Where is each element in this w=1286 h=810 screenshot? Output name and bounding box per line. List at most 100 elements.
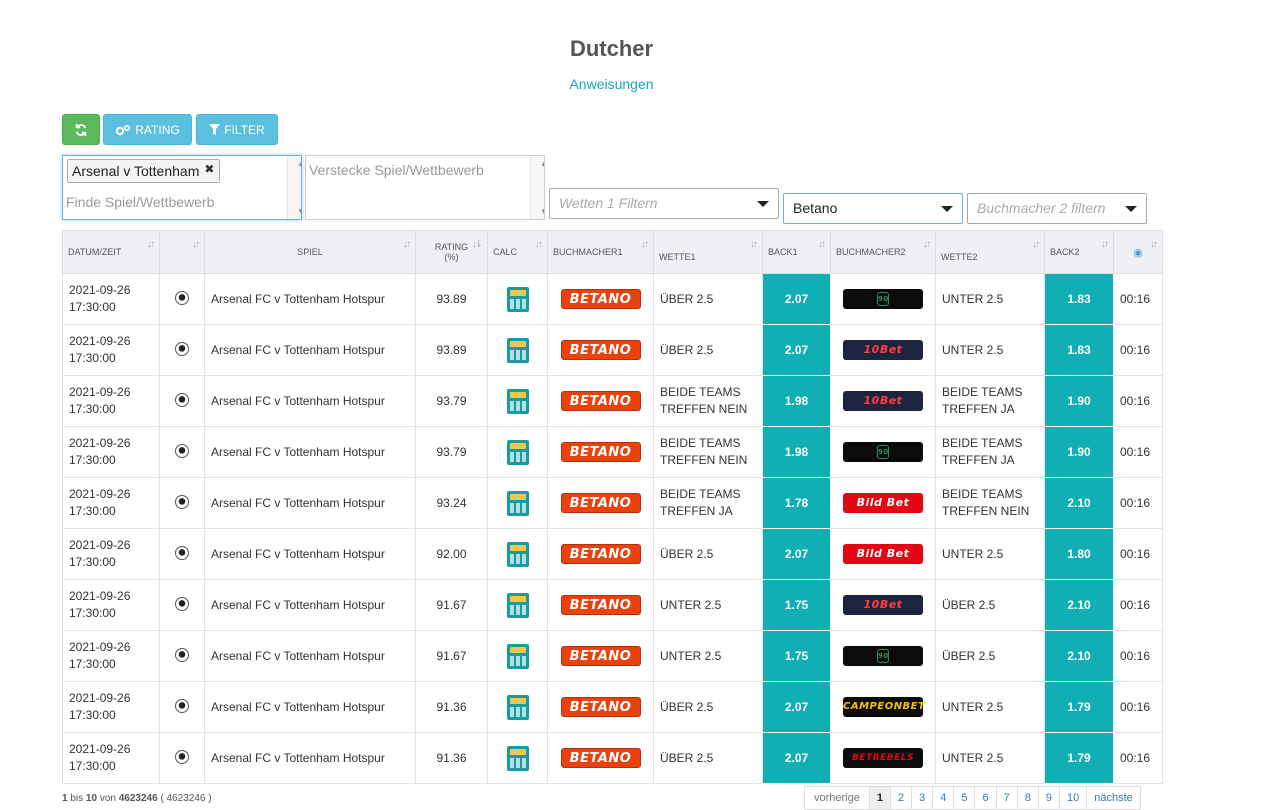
betano-logo[interactable]: BETANO [560, 391, 641, 411]
cell-bet2: ÜBER 2.5 [935, 630, 1045, 682]
cell-age: 00:16 [1113, 375, 1163, 427]
cell-age: 00:16 [1113, 426, 1163, 478]
bookmaker2-logo[interactable]: Bild Bet [843, 544, 923, 564]
cell-back1[interactable]: 2.07 [762, 528, 831, 580]
header-match[interactable]: SPIEL ↓↑ [204, 230, 416, 274]
find-match-scrollbar[interactable]: ▲ ▼ [287, 156, 301, 219]
bookmaker2-logo[interactable]: 10Bet [843, 391, 923, 411]
bookmaker2-logo[interactable]: 90 [843, 442, 923, 462]
soccer-ball-icon [175, 392, 189, 407]
scroll-up-icon[interactable]: ▲ [538, 159, 544, 168]
cell-back1[interactable]: 1.75 [762, 579, 831, 631]
pagination-page[interactable]: 9 [1037, 786, 1060, 810]
header-back2[interactable]: BACK2 ↓↑ [1044, 230, 1114, 274]
pagination-page[interactable]: 10 [1058, 786, 1088, 810]
bookmaker2-logo[interactable]: BETREBELS [843, 748, 923, 768]
cell-back2[interactable]: 2.10 [1044, 579, 1114, 631]
cell-back2[interactable]: 1.83 [1044, 273, 1114, 325]
pagination-page[interactable]: 5 [953, 786, 976, 810]
pagination-prev[interactable]: vorherige [804, 786, 870, 810]
bookmaker2-logo[interactable]: 90 [843, 646, 923, 666]
cell-rating: 91.36 [415, 681, 488, 733]
bookmaker1-select[interactable]: Betano [783, 193, 963, 224]
betano-logo[interactable]: BETANO [560, 493, 641, 513]
cell-back1[interactable]: 1.78 [762, 477, 831, 529]
pagination-page[interactable]: 6 [974, 786, 997, 810]
cell-back2[interactable]: 1.90 [1044, 375, 1114, 427]
cell-age: 00:16 [1113, 528, 1163, 580]
betano-logo[interactable]: BETANO [560, 544, 641, 564]
cell-back2[interactable]: 2.10 [1044, 630, 1114, 682]
header-datetime[interactable]: DATUM/ZEIT ↓↑ [62, 230, 160, 274]
refresh-button[interactable] [62, 114, 100, 145]
cell-match: Arsenal FC v Tottenham Hotspur [204, 324, 416, 376]
betano-logo[interactable]: BETANO [560, 697, 641, 717]
betano-logo[interactable]: BETANO [560, 748, 641, 768]
betano-logo[interactable]: BETANO [560, 646, 641, 666]
betano-logo[interactable]: BETANO [560, 595, 641, 615]
pagination-page[interactable]: 7 [995, 786, 1018, 810]
cell-back1[interactable]: 2.07 [762, 732, 831, 784]
cell-back1[interactable]: 1.75 [762, 630, 831, 682]
header-sport[interactable]: ↓↑ [159, 230, 205, 274]
cell-back1[interactable]: 1.98 [762, 375, 831, 427]
pagination-page[interactable]: 3 [911, 786, 934, 810]
cell-back2[interactable]: 1.79 [1044, 732, 1114, 784]
cell-back1[interactable]: 2.07 [762, 273, 831, 325]
cell-back2[interactable]: 2.10 [1044, 477, 1114, 529]
instructions-link[interactable]: Anweisungen [0, 76, 1223, 92]
calculator-icon[interactable] [506, 490, 529, 516]
cell-back1[interactable]: 2.07 [762, 324, 831, 376]
pagination-page[interactable]: 8 [1016, 786, 1039, 810]
header-bet2[interactable]: WETTE2 ↓↑ [935, 230, 1045, 274]
find-match-multiselect[interactable]: Arsenal v Tottenham ✖ Finde Spiel/Wettbe… [62, 155, 302, 220]
header-rating[interactable]: RATING (%) ↓⇂ [415, 230, 488, 274]
pagination-page[interactable]: 4 [932, 786, 955, 810]
scroll-down-icon[interactable]: ▼ [295, 207, 301, 216]
selected-match-tag[interactable]: Arsenal v Tottenham ✖ [67, 158, 221, 183]
hide-match-scrollbar[interactable]: ▲ ▼ [530, 156, 544, 219]
filter-button[interactable]: FILTER [196, 114, 278, 145]
bookmaker2-logo[interactable]: CAMPEONBET [843, 697, 925, 717]
cell-datetime: 2021-09-26 17:30:00 [62, 630, 160, 682]
calculator-icon[interactable] [506, 286, 529, 312]
cell-back2[interactable]: 1.80 [1044, 528, 1114, 580]
header-bookmaker1[interactable]: BUCHMACHER1 ↓↑ [547, 230, 654, 274]
bookmaker2-logo[interactable]: 90 [843, 289, 923, 309]
pagination-page[interactable]: 2 [889, 786, 913, 810]
calculator-icon[interactable] [506, 745, 529, 771]
cell-bookmaker1: BETANO [547, 732, 654, 784]
rating-button[interactable]: RATING [103, 114, 192, 145]
bookmaker2-logo[interactable]: 10Bet [843, 340, 923, 360]
bets1-filter-select[interactable]: Wetten 1 Filtern [549, 188, 779, 219]
scroll-down-icon[interactable]: ▼ [538, 207, 544, 216]
cell-back1[interactable]: 1.98 [762, 426, 831, 478]
calculator-icon[interactable] [506, 541, 529, 567]
cell-back2[interactable]: 1.79 [1044, 681, 1114, 733]
cell-back2[interactable]: 1.90 [1044, 426, 1114, 478]
calculator-icon[interactable] [506, 643, 529, 669]
bookmaker2-logo[interactable]: Bild Bet [843, 493, 923, 513]
calculator-icon[interactable] [506, 337, 529, 363]
header-bookmaker2[interactable]: BUCHMACHER2 ↓↑ [830, 230, 936, 274]
header-age[interactable]: ◉ ↓↑ [1113, 230, 1163, 274]
calculator-icon[interactable] [506, 592, 529, 618]
pagination-page[interactable]: 1 [868, 786, 891, 810]
pagination-next[interactable]: nächste [1086, 786, 1141, 810]
hide-match-multiselect[interactable]: Verstecke Spiel/Wettbewerb ▲ ▼ [305, 155, 545, 220]
betano-logo[interactable]: BETANO [560, 442, 641, 462]
cell-back2[interactable]: 1.83 [1044, 324, 1114, 376]
betano-logo[interactable]: BETANO [560, 289, 641, 309]
calculator-icon[interactable] [506, 439, 529, 465]
scroll-up-icon[interactable]: ▲ [295, 159, 301, 168]
remove-tag-icon[interactable]: ✖ [204, 158, 214, 180]
header-back1[interactable]: BACK1 ↓↑ [762, 230, 831, 274]
calculator-icon[interactable] [506, 388, 529, 414]
header-calc[interactable]: CALC ↓↑ [487, 230, 548, 274]
betano-logo[interactable]: BETANO [560, 340, 641, 360]
calculator-icon[interactable] [506, 694, 529, 720]
header-bet1[interactable]: WETTE1 ↓↑ [653, 230, 763, 274]
cell-back1[interactable]: 2.07 [762, 681, 831, 733]
bookmaker2-filter-select[interactable]: Buchmacher 2 filtern [967, 193, 1147, 224]
bookmaker2-logo[interactable]: 10Bet [843, 595, 923, 615]
